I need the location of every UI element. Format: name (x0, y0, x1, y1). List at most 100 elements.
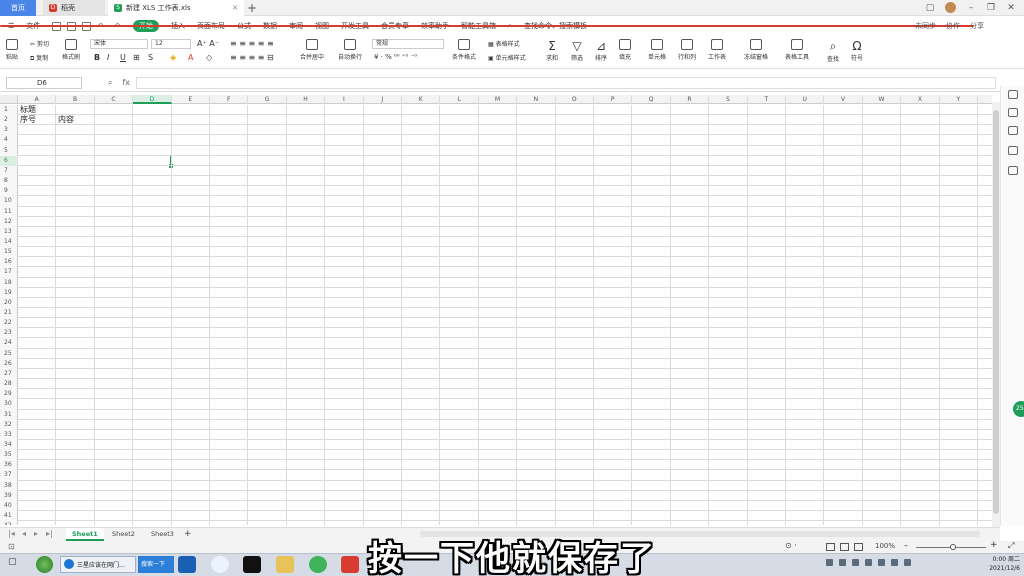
row-header-17[interactable]: 17 (0, 267, 18, 277)
add-sheet-button[interactable]: + (178, 528, 198, 541)
row-header-9[interactable]: 9 (0, 186, 18, 196)
table-tools-button[interactable]: 表格工具 (785, 39, 809, 61)
fx-icon[interactable]: fx (122, 78, 130, 88)
first-sheet-icon[interactable]: |◂ (8, 529, 15, 538)
row-header-10[interactable]: 10 (0, 196, 18, 206)
fill-button[interactable]: 填充 (619, 39, 631, 61)
align-top-icons[interactable]: ≡ ≡ ≡ ≡ ≡ (230, 39, 274, 48)
row-header-2[interactable]: 2 (0, 115, 18, 125)
tab-docer[interactable]: D 稻壳 (43, 0, 105, 16)
row-header-34[interactable]: 34 (0, 440, 18, 450)
bold-button[interactable]: B (94, 53, 100, 62)
paste-button[interactable]: 粘贴 (6, 39, 18, 61)
fill-color-icon[interactable]: ◈ (170, 53, 176, 62)
name-box[interactable]: D6 (6, 77, 82, 89)
sum-button[interactable]: Σ 求和 (546, 39, 558, 62)
cell-button[interactable]: 单元格 (648, 39, 666, 61)
zoom-in-icon[interactable]: + (990, 540, 998, 550)
prev-sheet-icon[interactable]: ◂ (22, 529, 26, 538)
backup-icon[interactable] (1008, 146, 1018, 155)
share-button[interactable]: 分享 (970, 21, 984, 31)
row-header-40[interactable]: 40 (0, 501, 18, 511)
sheet-tab-2[interactable]: Sheet2 (106, 528, 141, 541)
table-style-button[interactable]: ▦ 表格样式 (488, 39, 520, 48)
vertical-scroll-thumb[interactable] (993, 110, 999, 514)
clear-format-icon[interactable]: ◇ (206, 53, 212, 62)
column-header-r[interactable]: R (671, 95, 710, 104)
column-header-q[interactable]: Q (632, 95, 671, 104)
row-header-33[interactable]: 33 (0, 430, 18, 440)
tray-app-icon[interactable] (826, 559, 833, 566)
column-header-n[interactable]: N (517, 95, 556, 104)
save-icon[interactable] (0, 25, 974, 27)
row-header-39[interactable]: 39 (0, 491, 18, 501)
tray-wifi-icon[interactable] (878, 559, 885, 566)
row-header-6[interactable]: 6 (0, 155, 18, 166)
row-header-32[interactable]: 32 (0, 420, 18, 430)
zoom-out-icon[interactable]: – (904, 541, 908, 550)
row-header-3[interactable]: 3 (0, 125, 18, 135)
row-header-25[interactable]: 25 (0, 349, 18, 359)
font-size-select[interactable]: 12 (151, 39, 191, 49)
underline-button[interactable]: U (120, 53, 126, 62)
next-sheet-icon[interactable]: ▸ (34, 529, 38, 538)
merge-center-button[interactable]: 合并居中 (300, 39, 324, 61)
sort-button[interactable]: ⊿ 排序 (595, 39, 607, 62)
wechat-icon[interactable] (309, 556, 327, 573)
last-sheet-icon[interactable]: ▸| (46, 529, 53, 538)
normal-view-icon[interactable] (826, 543, 835, 551)
column-header-s[interactable]: S (709, 95, 748, 104)
column-header-t[interactable]: T (748, 95, 786, 104)
row-header-19[interactable]: 19 (0, 288, 18, 298)
zoom-search-icon[interactable]: ⌕ (108, 78, 112, 88)
row-header-4[interactable]: 4 (0, 135, 18, 145)
row-header-22[interactable]: 22 (0, 318, 18, 328)
formula-input[interactable] (136, 77, 996, 89)
row-header-18[interactable]: 18 (0, 278, 18, 288)
row-header-16[interactable]: 16 (0, 257, 18, 267)
taskbar-search-window[interactable]: 搜索一下 (138, 556, 174, 573)
column-header-u[interactable]: U (786, 95, 825, 104)
row-header-20[interactable]: 20 (0, 298, 18, 308)
rows-columns-button[interactable]: 行和列 (678, 39, 696, 61)
row-header-27[interactable]: 27 (0, 369, 18, 379)
minimize-icon[interactable]: – (966, 3, 976, 13)
zoom-level[interactable]: 100% (875, 542, 895, 550)
feedback-icon[interactable] (1008, 166, 1018, 175)
row-header-7[interactable]: 7 (0, 166, 18, 176)
fullscreen-icon[interactable]: ⤢ (1008, 541, 1014, 551)
column-header-f[interactable]: F (210, 95, 249, 104)
format-painter-button[interactable]: 格式刷 (62, 39, 80, 61)
video-app-icon[interactable] (178, 556, 196, 573)
row-header-15[interactable]: 15 (0, 247, 18, 257)
copy-button[interactable]: ⧉ 复制 (30, 53, 48, 63)
row-header-36[interactable]: 36 (0, 460, 18, 470)
column-header-p[interactable]: P (594, 95, 633, 104)
eye-protect-icon[interactable]: ⊙ · (785, 541, 797, 550)
spreadsheet-grid[interactable]: ABCDEFGHIJKLMNOPQRSTUVWXY 1 2 3 4 5 6 7 8 9 10 11 1… (0, 95, 992, 525)
row-header-37[interactable]: 37 (0, 470, 18, 480)
row-header-1[interactable]: 1 (0, 105, 18, 115)
row-header-21[interactable]: 21 (0, 308, 18, 318)
font-name-select[interactable]: 宋体 (90, 39, 148, 49)
row-header-14[interactable]: 14 (0, 237, 18, 247)
symbol-button[interactable]: Ω 符号 (851, 39, 863, 62)
row-header-31[interactable]: 31 (0, 410, 18, 420)
column-header-x[interactable]: X (901, 95, 940, 104)
column-header-g[interactable]: G (248, 95, 287, 104)
row-header-42[interactable]: 42 (0, 521, 18, 525)
column-header-j[interactable]: J (364, 95, 402, 104)
row-header-35[interactable]: 35 (0, 450, 18, 460)
sheet-tab-3[interactable]: Sheet3 (145, 528, 180, 541)
border-icon[interactable]: ⊞ (133, 53, 140, 62)
new-tab-button[interactable]: + (247, 1, 257, 15)
number-format-select[interactable]: 常规 (372, 39, 444, 49)
tab-home[interactable]: 首页 (0, 0, 36, 16)
find-button[interactable]: ⌕ 查找 (827, 39, 839, 63)
strikethrough-icon[interactable]: S (148, 53, 153, 62)
style-icon[interactable] (1008, 126, 1018, 135)
column-header-d[interactable]: D (133, 95, 172, 104)
taskbar-clock[interactable]: 0:00 周二 2021/12/6 (989, 555, 1020, 573)
tray-security-icon[interactable] (852, 559, 859, 566)
avatar[interactable] (945, 2, 956, 13)
